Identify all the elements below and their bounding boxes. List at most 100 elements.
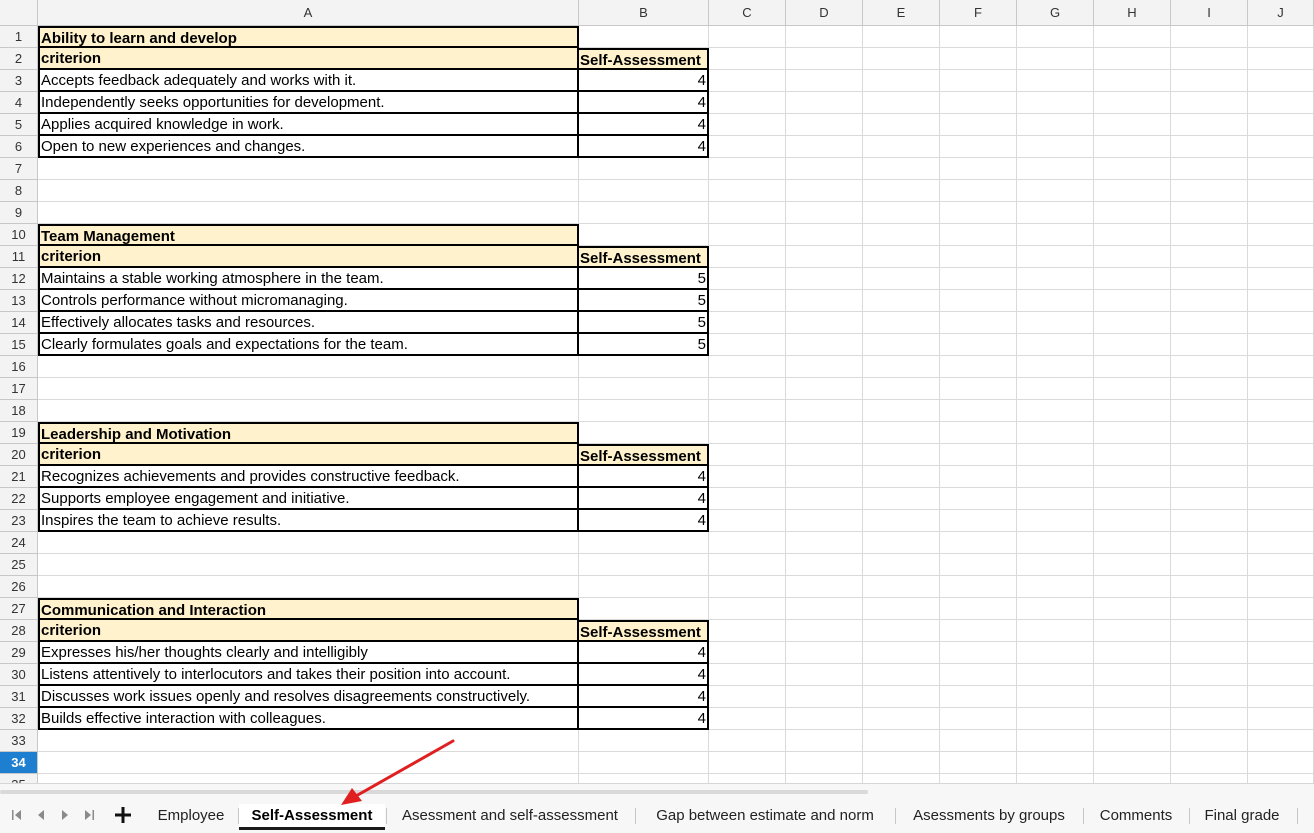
cell-empty[interactable]: [1017, 268, 1094, 290]
cell-empty[interactable]: [786, 246, 863, 268]
cell-empty[interactable]: [940, 466, 1017, 488]
cell-empty[interactable]: [1248, 752, 1314, 774]
cell-empty[interactable]: [1017, 466, 1094, 488]
cell-empty[interactable]: [1094, 158, 1171, 180]
cell-a[interactable]: [38, 752, 579, 774]
cell-a[interactable]: [38, 356, 579, 378]
cell-empty[interactable]: [786, 598, 863, 620]
cell-empty[interactable]: [863, 268, 940, 290]
cell-b[interactable]: [579, 180, 709, 202]
row-header[interactable]: 5: [0, 114, 38, 136]
cell-b[interactable]: [579, 576, 709, 598]
cell-empty[interactable]: [1171, 400, 1248, 422]
cell-empty[interactable]: [709, 620, 786, 642]
cell-a[interactable]: Recognizes achievements and provides con…: [38, 466, 579, 488]
cell-empty[interactable]: [709, 444, 786, 466]
cell-empty[interactable]: [863, 70, 940, 92]
cell-empty[interactable]: [1171, 730, 1248, 752]
cell-empty[interactable]: [940, 92, 1017, 114]
cell-empty[interactable]: [1248, 224, 1314, 246]
cell-empty[interactable]: [1171, 664, 1248, 686]
cell-empty[interactable]: [1248, 70, 1314, 92]
cell-empty[interactable]: [863, 180, 940, 202]
cell-b[interactable]: [579, 202, 709, 224]
cell-empty[interactable]: [709, 114, 786, 136]
cell-empty[interactable]: [1017, 48, 1094, 70]
cell-empty[interactable]: [1248, 48, 1314, 70]
cell-empty[interactable]: [863, 642, 940, 664]
cell-empty[interactable]: [1171, 620, 1248, 642]
cell-b[interactable]: 4: [579, 136, 709, 158]
cell-empty[interactable]: [1171, 26, 1248, 48]
cell-empty[interactable]: [863, 202, 940, 224]
row-header[interactable]: 9: [0, 202, 38, 224]
cell-b[interactable]: [579, 774, 709, 783]
cell-empty[interactable]: [940, 334, 1017, 356]
cell-empty[interactable]: [1094, 378, 1171, 400]
cell-empty[interactable]: [940, 730, 1017, 752]
cell-empty[interactable]: [1017, 312, 1094, 334]
cell-empty[interactable]: [1171, 752, 1248, 774]
cell-a[interactable]: criterion: [38, 246, 579, 268]
cell-empty[interactable]: [709, 510, 786, 532]
cell-empty[interactable]: [786, 620, 863, 642]
cell-empty[interactable]: [1171, 312, 1248, 334]
cell-empty[interactable]: [786, 510, 863, 532]
cell-empty[interactable]: [786, 730, 863, 752]
cell-a[interactable]: [38, 400, 579, 422]
column-header-g[interactable]: G: [1017, 0, 1094, 26]
cell-empty[interactable]: [786, 312, 863, 334]
cell-empty[interactable]: [940, 356, 1017, 378]
cell-b[interactable]: 4: [579, 510, 709, 532]
cell-empty[interactable]: [709, 752, 786, 774]
cell-empty[interactable]: [1171, 224, 1248, 246]
cell-empty[interactable]: [863, 136, 940, 158]
cell-empty[interactable]: [940, 26, 1017, 48]
cell-empty[interactable]: [1171, 444, 1248, 466]
cell-empty[interactable]: [786, 114, 863, 136]
cell-empty[interactable]: [1248, 312, 1314, 334]
cell-empty[interactable]: [1171, 642, 1248, 664]
cell-empty[interactable]: [1094, 532, 1171, 554]
cell-empty[interactable]: [940, 114, 1017, 136]
cell-empty[interactable]: [1094, 444, 1171, 466]
cell-empty[interactable]: [1094, 752, 1171, 774]
cell-empty[interactable]: [1171, 576, 1248, 598]
cell-empty[interactable]: [1248, 268, 1314, 290]
cell-empty[interactable]: [786, 334, 863, 356]
cell-empty[interactable]: [709, 686, 786, 708]
cell-empty[interactable]: [1017, 510, 1094, 532]
cell-b[interactable]: [579, 730, 709, 752]
cell-a[interactable]: [38, 774, 579, 783]
cell-empty[interactable]: [786, 686, 863, 708]
cell-empty[interactable]: [1248, 488, 1314, 510]
cell-a[interactable]: [38, 576, 579, 598]
cell-empty[interactable]: [1171, 356, 1248, 378]
cell-empty[interactable]: [1094, 774, 1171, 783]
cell-empty[interactable]: [863, 92, 940, 114]
cell-a[interactable]: Clearly formulates goals and expectation…: [38, 334, 579, 356]
cell-empty[interactable]: [863, 620, 940, 642]
row-header[interactable]: 30: [0, 664, 38, 686]
cell-empty[interactable]: [1017, 774, 1094, 783]
cell-empty[interactable]: [1171, 334, 1248, 356]
row-header[interactable]: 4: [0, 92, 38, 114]
cell-b[interactable]: [579, 158, 709, 180]
row-header[interactable]: 2: [0, 48, 38, 70]
cell-empty[interactable]: [940, 598, 1017, 620]
column-header-e[interactable]: E: [863, 0, 940, 26]
row-header[interactable]: 33: [0, 730, 38, 752]
cell-a[interactable]: [38, 202, 579, 224]
cell-empty[interactable]: [1171, 686, 1248, 708]
cell-empty[interactable]: [940, 642, 1017, 664]
cell-empty[interactable]: [1248, 114, 1314, 136]
cell-empty[interactable]: [1171, 466, 1248, 488]
cell-empty[interactable]: [1094, 290, 1171, 312]
cell-a[interactable]: [38, 730, 579, 752]
row-header[interactable]: 3: [0, 70, 38, 92]
cell-empty[interactable]: [1094, 136, 1171, 158]
cell-b[interactable]: [579, 378, 709, 400]
cell-empty[interactable]: [1017, 246, 1094, 268]
cell-empty[interactable]: [1171, 246, 1248, 268]
cell-empty[interactable]: [863, 576, 940, 598]
